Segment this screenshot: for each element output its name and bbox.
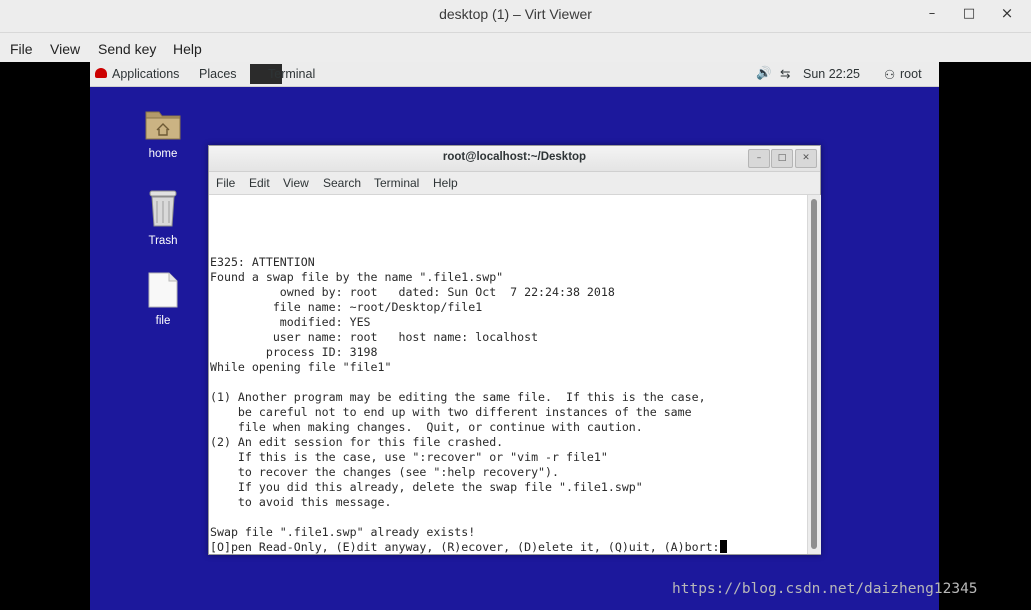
desktop-icon-label: Trash: [148, 235, 178, 247]
terminal-menu-bar: File Edit View Search Terminal Help: [209, 172, 820, 195]
scrollbar-thumb[interactable]: [811, 199, 817, 549]
terminal-scrollbar[interactable]: [807, 195, 821, 554]
terminal-close-button[interactable]: ✕: [795, 149, 817, 168]
desktop-icon-label: home: [148, 148, 178, 160]
terminal-line: Swap file ".file1.swp" already exists!: [210, 525, 476, 539]
terminal-line: file when making changes. Quit, or conti…: [210, 420, 643, 434]
title-bar: desktop (1) – Virt Viewer – □ ×: [0, 0, 1031, 33]
terminal-line: user name: root host name: localhost: [210, 330, 539, 344]
terminal-window[interactable]: root@localhost:~/Desktop – □ ✕ File Edit…: [208, 145, 821, 555]
redhat-icon: [95, 68, 107, 78]
desktop-icon-file[interactable]: file: [128, 272, 198, 327]
trash-icon: [149, 190, 177, 227]
terminal-maximize-button[interactable]: □: [771, 149, 793, 168]
terminal-prompt: [O]pen Read-Only, (E)dit anyway, (R)ecov…: [210, 540, 720, 554]
terminal-line: Found a swap file by the name ".file1.sw…: [210, 270, 504, 284]
terminal-line: process ID: 3198: [210, 345, 378, 359]
user-menu[interactable]: root: [900, 67, 922, 81]
minimize-button[interactable]: –: [922, 6, 942, 21]
terminal-line: If this is the case, use ":recover" or "…: [210, 450, 608, 464]
guest-display[interactable]: Applications Places Terminal 🔊 ⇆ Sun 22:…: [90, 62, 939, 610]
terminal-menu-view[interactable]: View: [283, 176, 309, 190]
maximize-button[interactable]: □: [959, 6, 979, 21]
network-icon[interactable]: ⇆: [780, 66, 790, 81]
terminal-menu-file[interactable]: File: [216, 176, 235, 190]
clock[interactable]: Sun 22:25: [803, 67, 860, 81]
menu-bar: File View Send key Help: [0, 33, 1031, 62]
terminal-line: modified: YES: [210, 315, 371, 329]
desktop-icon-label: file: [155, 315, 171, 327]
text-cursor: [719, 540, 727, 553]
menu-view[interactable]: View: [50, 41, 80, 57]
document-icon: [148, 272, 178, 308]
menu-help[interactable]: Help: [173, 41, 202, 57]
terminal-line: If you did this already, delete the swap…: [210, 480, 643, 494]
places-menu[interactable]: Places: [199, 67, 237, 81]
window-title: desktop (1) – Virt Viewer: [439, 6, 592, 22]
terminal-line: (1) Another program may be editing the s…: [210, 390, 706, 404]
terminal-line: While opening file "file1": [210, 360, 392, 374]
desktop-icon-home[interactable]: home: [128, 107, 198, 160]
terminal-line: to recover the changes (see ":help recov…: [210, 465, 560, 479]
menu-file[interactable]: File: [10, 41, 33, 57]
watermark: https://blog.csdn.net/daizheng12345: [672, 581, 978, 597]
terminal-title: root@localhost:~/Desktop: [442, 151, 587, 163]
terminal-line: be careful not to end up with two differ…: [210, 405, 692, 419]
terminal-line: file name: ~root/Desktop/file1: [210, 300, 483, 314]
terminal-line: E325: ATTENTION: [210, 255, 315, 269]
terminal-output[interactable]: E325: ATTENTION Found a swap file by the…: [209, 195, 807, 554]
folder-home-icon: [145, 111, 181, 140]
terminal-titlebar[interactable]: root@localhost:~/Desktop – □ ✕: [209, 146, 820, 172]
close-button[interactable]: ×: [997, 4, 1017, 22]
desktop-icon-trash[interactable]: Trash: [128, 188, 198, 247]
terminal-menu-search[interactable]: Search: [323, 176, 361, 190]
applications-menu[interactable]: Applications: [112, 67, 179, 81]
terminal-minimize-button[interactable]: –: [748, 149, 770, 168]
volume-icon[interactable]: 🔊: [756, 66, 772, 81]
terminal-menu-help[interactable]: Help: [433, 176, 458, 190]
terminal-line: to avoid this message.: [210, 495, 392, 509]
terminal-line: owned by: root dated: Sun Oct 7 22:24:38…: [210, 285, 615, 299]
taskbar-terminal[interactable]: Terminal: [268, 67, 315, 81]
terminal-menu-terminal[interactable]: Terminal: [374, 176, 419, 190]
terminal-line: (2) An edit session for this file crashe…: [210, 435, 504, 449]
terminal-menu-edit[interactable]: Edit: [249, 176, 270, 190]
menu-send-key[interactable]: Send key: [98, 41, 156, 57]
terminal-text: E325: ATTENTION Found a swap file by the…: [210, 255, 727, 555]
user-icon: ⚇: [884, 68, 896, 82]
top-panel: Applications Places Terminal 🔊 ⇆ Sun 22:…: [90, 62, 939, 87]
